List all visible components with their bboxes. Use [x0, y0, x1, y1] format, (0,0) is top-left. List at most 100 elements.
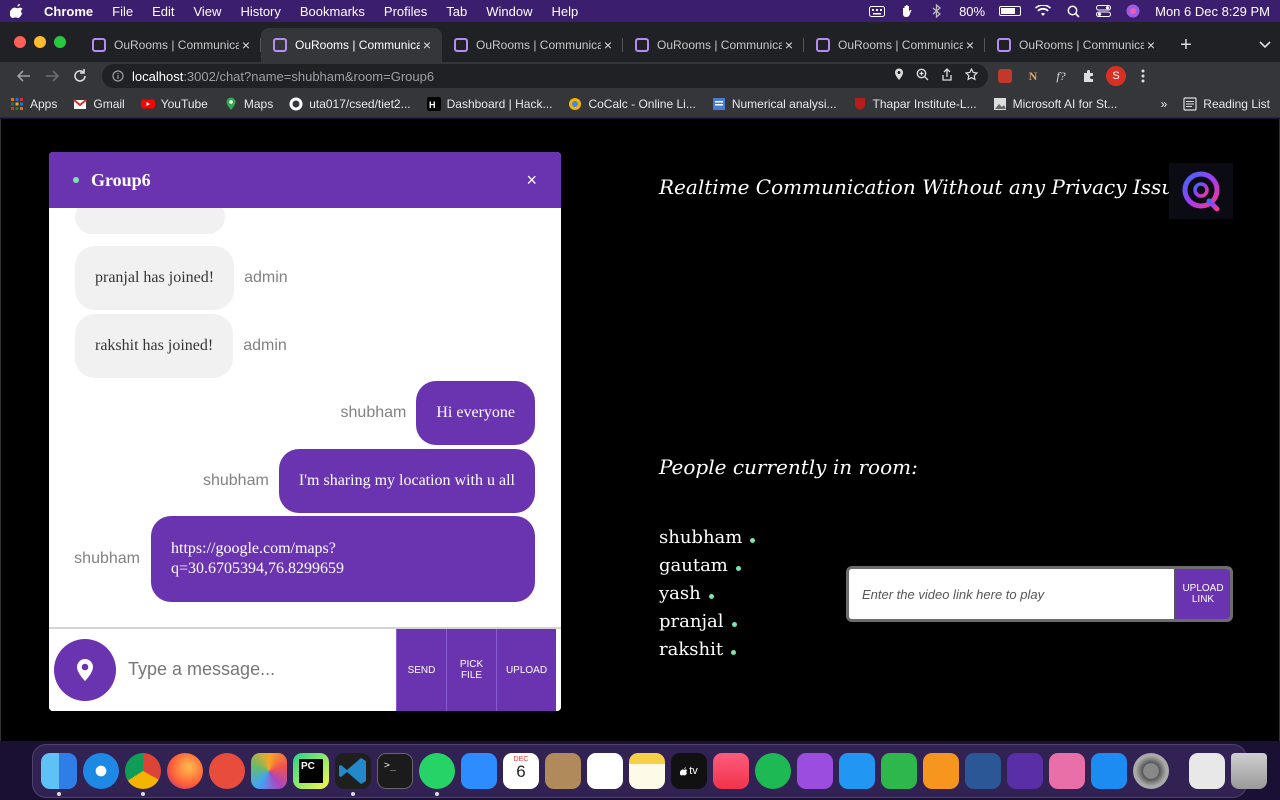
- extension-notion-icon[interactable]: N: [1022, 65, 1044, 87]
- chrome-menu-kebab-icon[interactable]: [1132, 65, 1154, 87]
- menu-file[interactable]: File: [112, 4, 133, 19]
- bookmark-star-icon[interactable]: [964, 67, 979, 84]
- pycharm-icon[interactable]: PC: [293, 753, 329, 789]
- zoom-icon[interactable]: [461, 753, 497, 789]
- contacts-icon[interactable]: [545, 753, 581, 789]
- menu-window[interactable]: Window: [486, 4, 532, 19]
- menu-tab[interactable]: Tab: [446, 4, 467, 19]
- location-link-line1[interactable]: https://google.com/maps?: [171, 539, 336, 559]
- bookmark-apps[interactable]: Apps: [10, 97, 57, 111]
- tab-search-chevron-icon[interactable]: [1250, 28, 1280, 62]
- keyboard-icon[interactable]: [869, 5, 886, 17]
- tab-close-icon[interactable]: ×: [1144, 37, 1158, 53]
- podcasts-icon[interactable]: [797, 753, 833, 789]
- siri-icon[interactable]: [1125, 4, 1141, 18]
- menu-profiles[interactable]: Profiles: [384, 4, 427, 19]
- browser-tab[interactable]: OuRooms | Communicati ×: [80, 28, 261, 62]
- reload-icon[interactable]: [66, 64, 94, 88]
- extensions-puzzle-icon[interactable]: [1078, 65, 1100, 87]
- browser-tab[interactable]: OuRooms | Communicati ×: [623, 28, 804, 62]
- trash-icon[interactable]: [1231, 753, 1267, 789]
- chrome-icon[interactable]: [125, 753, 161, 796]
- battery-icon[interactable]: [999, 6, 1022, 16]
- upload-link-button[interactable]: UPLOAD LINK: [1174, 569, 1230, 619]
- bookmark-cocalc[interactable]: CoCalc - Online Li...: [568, 97, 696, 111]
- pick-file-button[interactable]: PICK FILE: [446, 629, 496, 711]
- firefox-icon[interactable]: [167, 753, 203, 789]
- new-tab-plus-icon[interactable]: +: [1172, 28, 1200, 62]
- control-center-icon[interactable]: [1095, 5, 1111, 17]
- share-icon[interactable]: [941, 68, 953, 84]
- upload-button[interactable]: UPLOAD: [496, 629, 556, 711]
- spotify-icon[interactable]: [755, 753, 791, 789]
- bookmark-microsoft-ai[interactable]: Microsoft AI for St...: [993, 97, 1117, 111]
- menubar-clock[interactable]: Mon 6 Dec 8:29 PM: [1155, 4, 1270, 19]
- vscode-icon[interactable]: [335, 753, 371, 796]
- address-bar[interactable]: localhost :3002/chat?name=shubham&room=G…: [102, 64, 988, 88]
- screen-sharing-icon[interactable]: [1049, 753, 1085, 789]
- bookmarks-overflow-chevron-icon[interactable]: »: [1161, 97, 1168, 111]
- app-store-icon[interactable]: [1091, 753, 1127, 789]
- bluetooth-icon[interactable]: [929, 4, 945, 18]
- apple-tv-icon[interactable]: tv: [671, 753, 707, 789]
- maximize-window-button[interactable]: [54, 36, 66, 48]
- pages-icon[interactable]: [923, 753, 959, 789]
- profile-avatar[interactable]: S: [1106, 66, 1126, 86]
- message-input[interactable]: [128, 629, 396, 709]
- message-list[interactable]: pranjal has joined! admin rakshit has jo…: [49, 208, 561, 627]
- browser-tab-active[interactable]: OuRooms | Communicati ×: [261, 28, 442, 62]
- music-icon[interactable]: [713, 753, 749, 789]
- tab-close-icon[interactable]: ×: [782, 37, 796, 53]
- menu-edit[interactable]: Edit: [152, 4, 174, 19]
- browser-tab[interactable]: OuRooms | Communicati ×: [442, 28, 623, 62]
- menu-help[interactable]: Help: [552, 4, 579, 19]
- numbers-icon[interactable]: [881, 753, 917, 789]
- bookmark-maps[interactable]: Maps: [224, 97, 273, 111]
- forward-arrow-icon[interactable]: [38, 64, 66, 88]
- downloads-stack-icon[interactable]: [1189, 753, 1225, 789]
- spotlight-search-icon[interactable]: [1065, 5, 1081, 18]
- tab-close-icon[interactable]: ×: [963, 37, 977, 53]
- reading-list-button[interactable]: Reading List: [1183, 97, 1270, 111]
- shortcuts-icon[interactable]: [1007, 753, 1043, 789]
- tab-close-icon[interactable]: ×: [420, 37, 434, 53]
- bookmark-thapar[interactable]: Thapar Institute-L...: [853, 97, 977, 111]
- apple-icon[interactable]: [10, 4, 24, 18]
- mail-icon[interactable]: [209, 753, 245, 789]
- site-info-icon[interactable]: [112, 70, 124, 82]
- share-location-button[interactable]: [54, 639, 116, 701]
- finder-icon[interactable]: [41, 753, 77, 796]
- menu-app-chrome[interactable]: Chrome: [44, 4, 93, 19]
- system-preferences-icon[interactable]: [1133, 753, 1169, 789]
- zoom-icon[interactable]: [916, 68, 929, 84]
- word-icon[interactable]: [965, 753, 1001, 789]
- bookmark-youtube[interactable]: YouTube: [140, 97, 208, 111]
- tab-close-icon[interactable]: ×: [601, 37, 615, 53]
- wifi-icon[interactable]: [1035, 5, 1052, 17]
- safari-icon[interactable]: [83, 753, 119, 789]
- location-link-line2[interactable]: q=30.6705394,76.8299659: [171, 559, 344, 579]
- menu-view[interactable]: View: [193, 4, 221, 19]
- tab-close-icon[interactable]: ×: [239, 37, 253, 53]
- video-link-input[interactable]: [849, 569, 1174, 619]
- hand-icon[interactable]: [899, 5, 915, 17]
- whatsapp-icon[interactable]: [419, 753, 455, 796]
- back-arrow-icon[interactable]: [10, 64, 38, 88]
- bookmark-gmail[interactable]: Gmail: [73, 97, 125, 111]
- terminal-icon[interactable]: >_: [377, 753, 413, 789]
- reminders-icon[interactable]: [587, 753, 623, 789]
- photos-icon[interactable]: [251, 753, 287, 789]
- message-bubble-location[interactable]: https://google.com/maps? q=30.6705394,76…: [151, 516, 535, 602]
- notes-icon[interactable]: [629, 753, 665, 789]
- close-chat-button[interactable]: ×: [526, 170, 537, 191]
- extension-function-icon[interactable]: f?: [1050, 65, 1072, 87]
- minimize-window-button[interactable]: [34, 36, 46, 48]
- bookmark-numerical[interactable]: Numerical analysi...: [712, 97, 837, 111]
- menu-bookmarks[interactable]: Bookmarks: [300, 4, 365, 19]
- extension-red-icon[interactable]: [994, 65, 1016, 87]
- browser-tab[interactable]: OuRooms | Communicati ×: [804, 28, 985, 62]
- bookmark-hackerrank[interactable]: H Dashboard | Hack...: [426, 96, 552, 111]
- close-window-button[interactable]: [14, 36, 26, 48]
- calendar-icon[interactable]: DEC 6: [503, 753, 539, 789]
- location-pin-icon[interactable]: [894, 68, 904, 84]
